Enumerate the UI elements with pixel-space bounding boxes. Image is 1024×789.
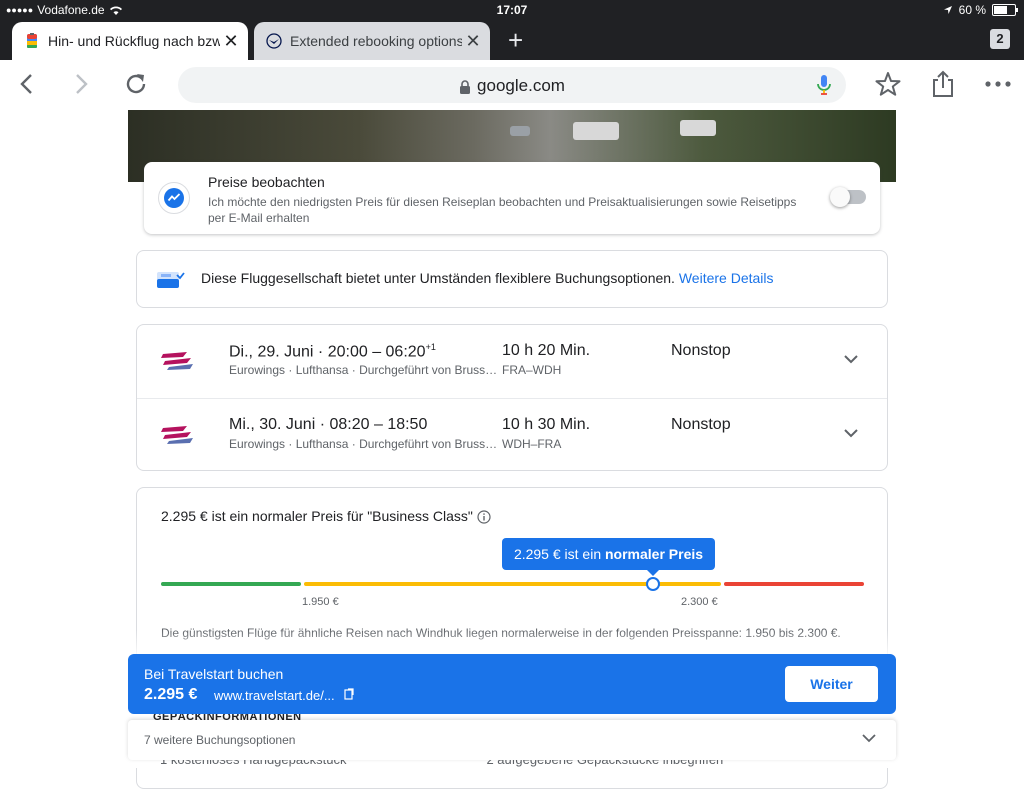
tab-count-button[interactable]: 2 [990,29,1010,49]
price-range-low-bar [161,582,301,586]
flight-times: 08:20 – 18:50 [329,416,428,433]
lufthansa-icon [266,33,282,49]
ticket-icon [157,272,185,288]
continue-button[interactable]: Weiter [785,666,878,702]
more-details-link[interactable]: Weitere Details [679,270,774,286]
forward-icon[interactable] [68,72,92,96]
url-text: google.com [477,76,565,95]
external-link-icon [344,688,354,700]
flight-route: FRA–WDH [502,363,562,377]
range-low-label: 1.950 € [302,596,339,608]
flight-duration: 10 h 30 Min. [502,416,591,433]
clock: 17:07 [496,3,528,17]
more-booking-options[interactable]: 7 weitere Buchungsoptionen [128,720,896,760]
flight-row-return[interactable]: Mi., 30. Juni · 08:20 – 18:50 Eurowings … [137,398,887,471]
price-tracking-toggle[interactable] [830,187,866,207]
range-high-label: 2.300 € [681,596,718,608]
flight-airline: Eurowings · Lufthansa · Durchgeführt von… [229,363,499,377]
price-tracking-icon [158,182,190,214]
flight-stops: Nonstop [671,342,731,359]
current-price-marker [646,577,660,591]
price-range-high-bar [724,582,864,586]
star-icon[interactable] [874,70,902,98]
battery-percent: 60 % [958,3,986,17]
close-icon[interactable]: ✕ [220,31,242,52]
booking-provider-title: Bei Travelstart buchen [144,666,284,682]
lock-icon [460,79,471,94]
price-tracking-title: Preise beobachten [208,174,325,190]
flexible-booking-text: Diese Fluggesellschaft bietet unter Umst… [201,270,675,286]
address-bar[interactable]: google.com [178,67,846,103]
price-insight-title: 2.295 € ist ein normaler Preis für "Busi… [161,508,473,524]
booking-price: 2.295 € [144,686,198,703]
flight-list: Di., 29. Juni · 20:00 – 06:20+1 Eurowing… [136,324,888,471]
battery-icon [992,4,1018,16]
tab-rebooking[interactable]: Extended rebooking options ✕ [254,22,490,60]
booking-site-link[interactable]: www.travelstart.de/... [214,688,335,703]
microphone-icon[interactable] [816,74,832,96]
chevron-down-icon[interactable] [842,353,860,365]
price-tracking-card: Preise beobachten Ich möchte den niedrig… [144,162,880,234]
eurowings-logo-icon [161,426,193,444]
flight-times: 20:00 – 06:20 [327,343,426,361]
info-icon[interactable] [477,510,491,524]
flight-date: Mi., 30. Juni [229,416,316,433]
back-icon[interactable] [16,72,40,96]
more-booking-options-label: 7 weitere Buchungsoptionen [144,733,296,747]
flight-date: Di., 29. Juni [229,343,314,361]
location-icon [943,6,952,14]
share-icon[interactable] [930,70,956,98]
flight-route: WDH–FRA [502,437,562,451]
tab-flights[interactable]: Hin- und Rückflug nach bzw. von ✕ [12,22,248,60]
chevron-down-icon[interactable] [861,732,877,744]
status-bar: ●●●●● Vodafone.de 17:07 60 % [0,0,1024,20]
close-icon[interactable]: ✕ [462,31,484,52]
more-menu-icon[interactable] [984,80,1012,88]
booking-bar: Bei Travelstart buchen 2.295 € www.trave… [128,654,896,714]
new-tab-icon[interactable]: + [508,27,523,53]
eurowings-logo-icon [161,352,193,370]
price-level-tooltip: 2.295 € ist ein normaler Preis [502,538,715,576]
google-travel-icon [27,33,37,48]
chevron-down-icon[interactable] [842,427,860,439]
flight-airline: Eurowings · Lufthansa · Durchgeführt von… [229,437,499,451]
plus-day-badge: +1 [425,342,436,352]
reload-icon[interactable] [124,72,148,96]
flight-duration: 10 h 20 Min. [502,342,591,359]
flight-row-outbound[interactable]: Di., 29. Juni · 20:00 – 06:20+1 Eurowing… [137,325,887,397]
tab-label: Extended rebooking options [290,33,462,49]
flight-stops: Nonstop [671,416,731,433]
tab-label: Hin- und Rückflug nach bzw. von [48,33,220,49]
flexible-booking-notice: Diese Fluggesellschaft bietet unter Umst… [136,250,888,308]
price-tracking-description: Ich möchte den niedrigsten Preis für die… [208,195,797,225]
